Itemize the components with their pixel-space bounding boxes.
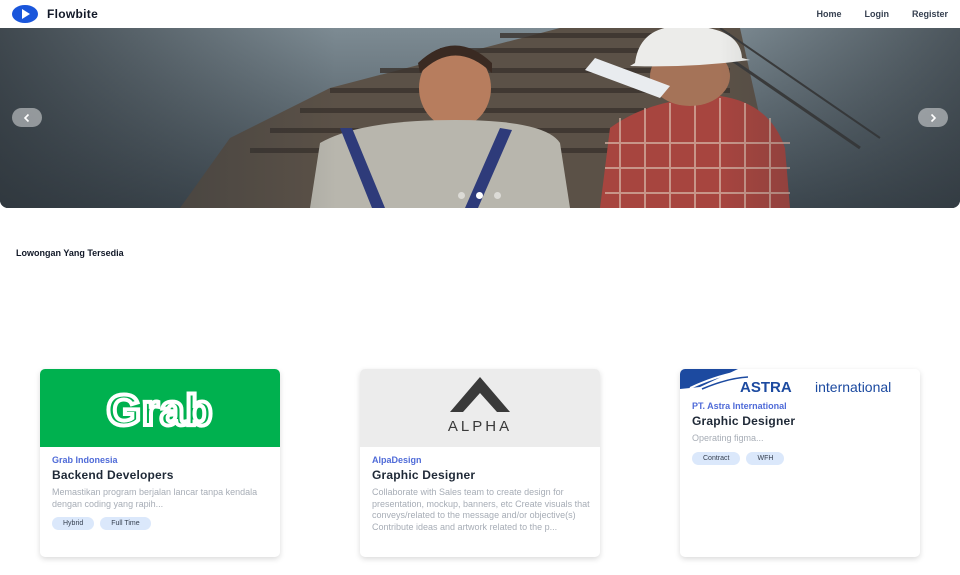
nav-links: Home Login Register [816, 0, 948, 28]
job-card-body: Grab Indonesia Backend Developers Memast… [52, 455, 270, 530]
grab-logo: Grab [40, 369, 280, 447]
chevron-right-icon [930, 113, 937, 122]
job-description: Collaborate with Sales team to create de… [372, 487, 590, 532]
carousel-dot-3[interactable] [494, 192, 501, 199]
chevron-left-icon [23, 113, 30, 122]
carousel-dot-1[interactable] [458, 192, 465, 199]
carousel-prev-button[interactable] [12, 108, 42, 127]
alpha-logo-icon: ALPHA [448, 377, 512, 435]
carousel-next-button[interactable] [918, 108, 948, 127]
navbar: Flowbite Home Login Register [0, 0, 960, 28]
job-description: Operating figma... [692, 433, 764, 443]
job-card-body: AlpaDesign Graphic Designer Collaborate … [372, 455, 590, 533]
brand-name: Flowbite [47, 7, 99, 21]
brand[interactable]: Flowbite [12, 4, 98, 24]
tag-hybrid: Hybrid [52, 517, 95, 530]
flowbite-logo-icon [12, 5, 38, 23]
svg-text:ALPHA: ALPHA [448, 418, 512, 435]
section-title: Lowongan Yang Tersedia [16, 248, 124, 258]
tag-contract: Contract [692, 451, 741, 465]
company-name: Grab Indonesia [52, 455, 118, 465]
job-card-astra[interactable]: ASTRA international PT. Astra Internatio… [680, 369, 920, 557]
carousel-indicators [458, 192, 501, 199]
job-card-alpha[interactable]: ALPHA AlpaDesign Graphic Designer Collab… [360, 369, 600, 557]
svg-text:ASTRA: ASTRA [740, 379, 792, 395]
alpha-logo: ALPHA [360, 369, 600, 447]
hero-carousel [0, 28, 960, 208]
tag-full-time: Full Time [100, 517, 151, 530]
astra-logo: ASTRA international [680, 369, 920, 396]
nav-link-register[interactable]: Register [912, 9, 948, 19]
job-title[interactable]: Graphic Designer [692, 414, 910, 428]
job-card-grab[interactable]: Grab Grab Indonesia Backend Developers M… [40, 369, 280, 557]
nav-link-login[interactable]: Login [864, 9, 889, 19]
tag-wfh: WFH [746, 451, 785, 465]
nav-link-home[interactable]: Home [816, 9, 841, 19]
job-title[interactable]: Graphic Designer [372, 468, 590, 482]
svg-text:Grab: Grab [107, 386, 214, 435]
company-name: AlpaDesign [372, 455, 422, 465]
grab-logo-icon: Grab [105, 384, 215, 437]
carousel-dot-2[interactable] [476, 192, 483, 199]
job-tags: Contract WFH [692, 451, 910, 465]
job-title[interactable]: Backend Developers [52, 468, 270, 482]
company-name: PT. Astra International [692, 401, 787, 411]
astra-logo-icon: ASTRA international [680, 369, 891, 396]
job-card-body: PT. Astra International Graphic Designer… [692, 401, 910, 465]
hero-image [0, 28, 960, 208]
svg-text:international: international [815, 379, 891, 395]
job-description: Memastikan program berjalan lancar tanpa… [52, 487, 258, 509]
job-tags: Hybrid Full Time [52, 517, 270, 530]
